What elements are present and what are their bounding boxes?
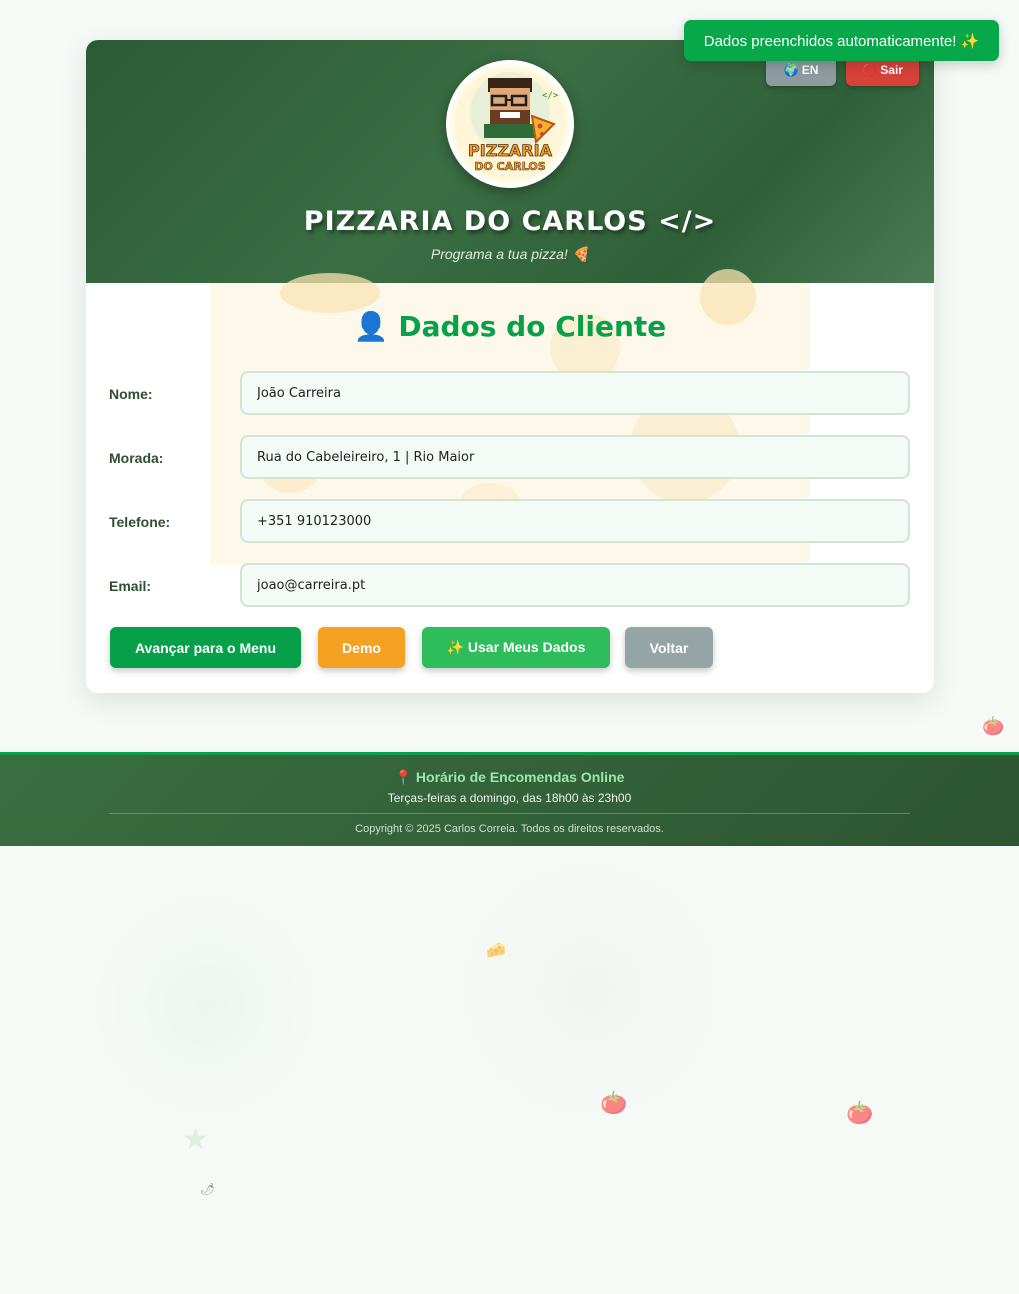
pepper-decoration-icon: 🌶 xyxy=(200,1182,216,1196)
demo-button[interactable]: Demo xyxy=(318,627,405,668)
exit-button-label: 🚫 Sair xyxy=(862,63,903,77)
back-label: Voltar xyxy=(649,639,689,656)
footer-hours: Terças-feiras a domingo, das 18h00 às 23… xyxy=(387,791,632,805)
address-label: Morada: xyxy=(109,450,164,466)
logo-text-top: PIZZARIA xyxy=(468,141,553,160)
customer-form-card: </> PIZZARIA DO CARLOS PIZZARIA DO CARLO… xyxy=(86,40,934,693)
footer: 📍 Horário de Encomendas Online Terças-fe… xyxy=(0,752,1019,846)
name-label: Nome: xyxy=(109,386,153,402)
brand-title: PIZZARIA DO CARLOS </> xyxy=(303,206,717,237)
footer-title: 📍 Horário de Encomendas Online xyxy=(394,769,625,785)
svg-text:</>: </> xyxy=(542,91,559,101)
phone-field[interactable] xyxy=(240,499,910,543)
next-to-menu-label: Avançar para o Menu xyxy=(134,639,277,656)
tomato-decoration-icon: 🍅 xyxy=(982,716,1005,736)
logo-illustration: </> PIZZARIA DO CARLOS xyxy=(454,68,566,180)
demo-label: Demo xyxy=(342,639,381,656)
cheese-decoration-icon: 🧀 xyxy=(486,942,506,959)
logo-text-bottom: DO CARLOS xyxy=(474,160,545,173)
brand-subtitle: Programa a tua pizza! 🍕 xyxy=(430,246,590,262)
header-banner: </> PIZZARIA DO CARLOS PIZZARIA DO CARLO… xyxy=(86,40,934,283)
autofill-toast: Dados preenchidos automaticamente! ✨ xyxy=(684,20,999,61)
email-field[interactable] xyxy=(240,563,910,607)
phone-label: Telefone: xyxy=(109,514,171,530)
footer-copyright: Copyright © 2025 Carlos Correia. Todos o… xyxy=(355,823,664,835)
background-glow xyxy=(440,840,740,1140)
use-my-data-label: ✨ Usar Meus Dados xyxy=(446,639,586,655)
star-decoration-icon: ★ xyxy=(182,1123,209,1156)
toast-message: Dados preenchidos automaticamente! ✨ xyxy=(703,32,980,50)
footer-divider xyxy=(109,813,910,814)
language-button-label: 🌍 EN xyxy=(783,63,819,77)
back-button[interactable]: Voltar xyxy=(625,627,713,668)
customer-data-title: 👤 Dados do Cliente xyxy=(353,310,667,343)
tomato-decoration-icon: 🍅 xyxy=(846,1100,874,1125)
tomato-decoration-icon: 🍅 xyxy=(600,1090,628,1115)
next-to-menu-button[interactable]: Avançar para o Menu xyxy=(110,627,301,668)
address-field[interactable] xyxy=(240,435,910,479)
background-glow xyxy=(80,880,330,1130)
use-my-data-button[interactable]: ✨ Usar Meus Dados xyxy=(422,627,610,668)
email-label: Email: xyxy=(109,578,152,594)
pizzaria-logo: </> PIZZARIA DO CARLOS xyxy=(446,60,574,188)
name-field[interactable] xyxy=(240,371,910,415)
